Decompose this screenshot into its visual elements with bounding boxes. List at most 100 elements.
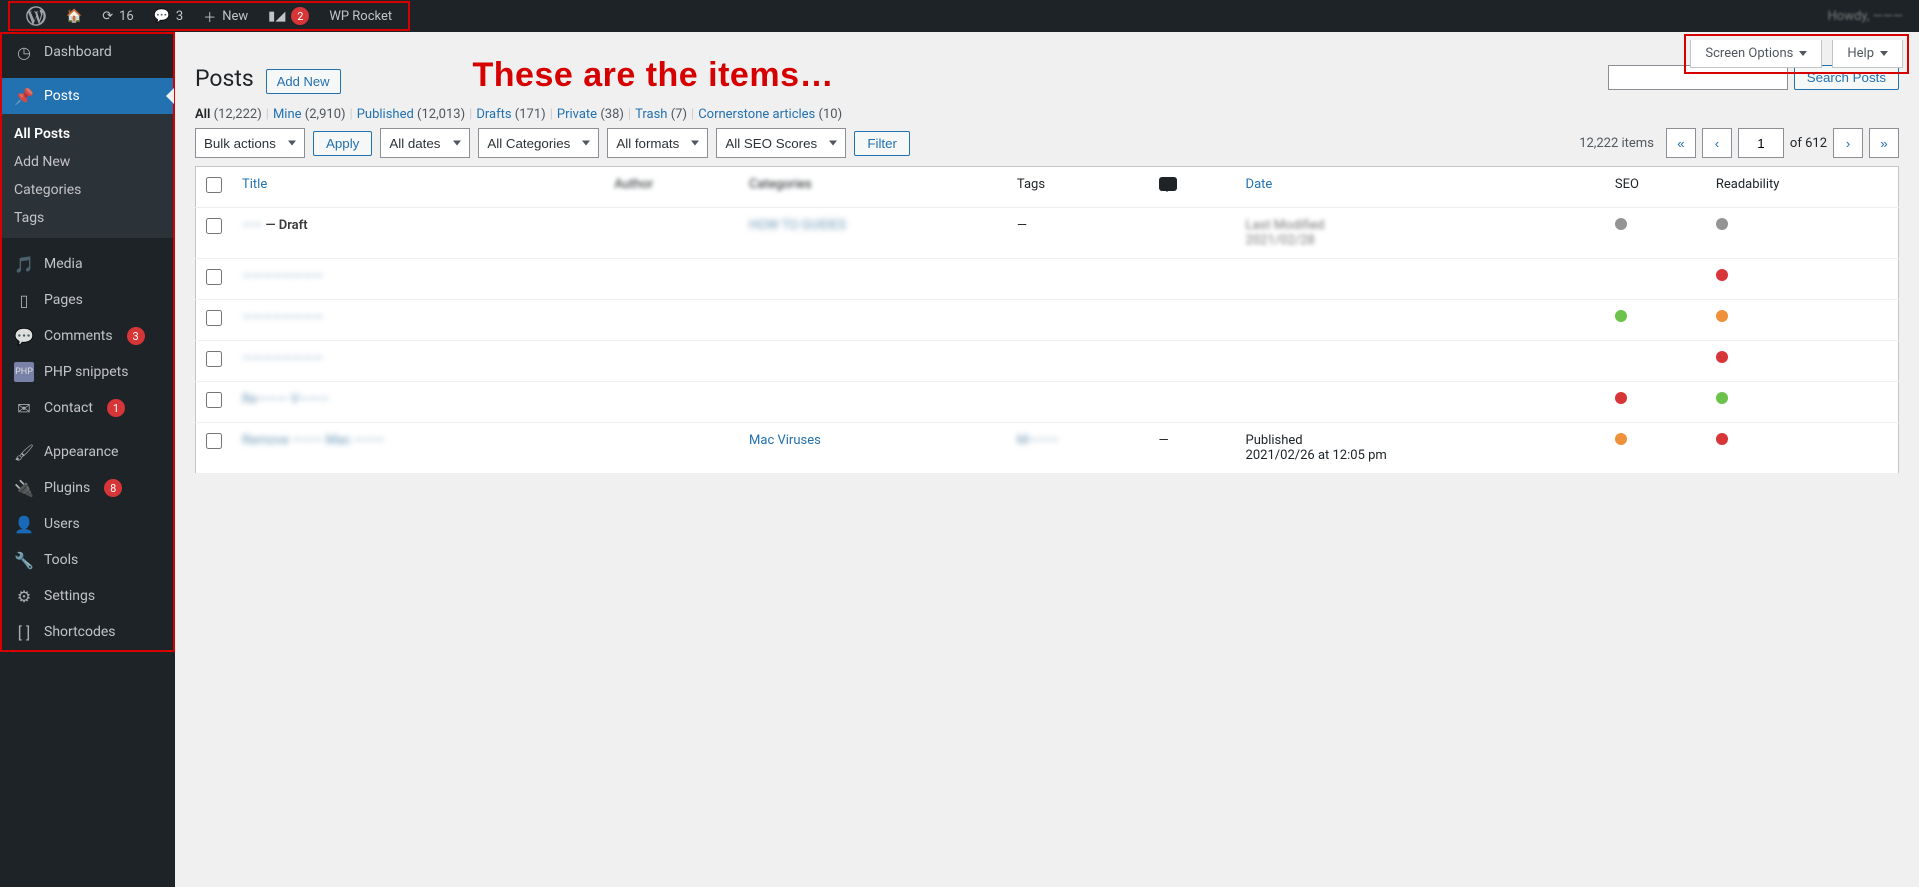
sidebar-item-label: Pages bbox=[44, 292, 83, 308]
sidebar-item-appearance[interactable]: 🖌Appearance bbox=[2, 434, 173, 470]
row-cb bbox=[196, 341, 233, 382]
items-count: 12,222 items bbox=[1579, 136, 1654, 151]
cell-categories bbox=[739, 341, 1007, 382]
categories-filter-select[interactable]: All Categories bbox=[478, 128, 599, 158]
row-cb bbox=[196, 300, 233, 341]
sidebar-item-label: Settings bbox=[44, 588, 95, 604]
sidebar-item-shortcodes[interactable]: [ ]Shortcodes bbox=[2, 614, 173, 650]
filter-link[interactable]: All (12,222) bbox=[195, 107, 262, 122]
sidebar-item-posts[interactable]: 📌 Posts bbox=[2, 78, 173, 114]
cell-title[interactable]: ———————— bbox=[232, 259, 604, 300]
dates-filter-select[interactable]: All dates bbox=[380, 128, 470, 158]
sidebar-item-php-snippets[interactable]: PHPPHP snippets bbox=[2, 354, 173, 390]
submenu-tags[interactable]: Tags bbox=[2, 204, 173, 232]
sidebar-item-plugins[interactable]: 🔌Plugins8 bbox=[2, 470, 173, 506]
contact-badge: 1 bbox=[107, 399, 125, 417]
cell-categories bbox=[739, 300, 1007, 341]
comments-badge: 3 bbox=[127, 327, 145, 345]
row-checkbox[interactable] bbox=[206, 351, 222, 367]
cell-date bbox=[1236, 382, 1605, 423]
filter-link[interactable]: Private (38) bbox=[557, 107, 624, 122]
sidebar-item-pages[interactable]: ▯Pages bbox=[2, 282, 173, 318]
prev-page-button[interactable]: ‹ bbox=[1702, 128, 1732, 158]
cell-readability bbox=[1706, 208, 1899, 259]
filter-button[interactable]: Filter bbox=[854, 131, 910, 156]
sidebar-item-contact[interactable]: ✉Contact1 bbox=[2, 390, 173, 426]
readability-dot-icon bbox=[1716, 269, 1728, 281]
sidebar-item-label: PHP snippets bbox=[44, 364, 128, 380]
cell-title[interactable]: Remove ——— Mac ——— bbox=[232, 423, 604, 474]
admin-sidebar: ◷ Dashboard 📌 Posts All Posts Add New Ca… bbox=[0, 32, 175, 887]
cell-categories: Mac Viruses bbox=[739, 423, 1007, 474]
cell-title[interactable]: Re——— V——— bbox=[232, 382, 604, 423]
cell-tags: M——— bbox=[1007, 423, 1149, 474]
sidebar-item-label: Tools bbox=[44, 552, 78, 568]
cell-title[interactable]: ———————— bbox=[232, 300, 604, 341]
col-title[interactable]: Title bbox=[232, 167, 604, 208]
wp-rocket-item[interactable]: WP Rocket bbox=[319, 2, 402, 30]
media-icon: 🎵 bbox=[14, 254, 34, 274]
submenu-all-posts[interactable]: All Posts bbox=[2, 120, 173, 148]
filter-link[interactable]: Cornerstone articles (10) bbox=[698, 107, 842, 122]
submenu-add-new[interactable]: Add New bbox=[2, 148, 173, 176]
filter-link[interactable]: Drafts (171) bbox=[476, 107, 545, 122]
sidebar-item-media[interactable]: 🎵Media bbox=[2, 246, 173, 282]
cell-title[interactable]: —— — Draft bbox=[232, 208, 604, 259]
main-content: Posts Add New These are the items… Searc… bbox=[175, 32, 1919, 514]
last-page-button[interactable]: » bbox=[1869, 128, 1899, 158]
screen-options-tab[interactable]: Screen Options bbox=[1690, 40, 1822, 68]
bulk-actions-select[interactable]: Bulk actions bbox=[195, 128, 305, 158]
row-checkbox[interactable] bbox=[206, 269, 222, 285]
seo-dot-icon bbox=[1615, 218, 1627, 230]
help-tab[interactable]: Help bbox=[1832, 40, 1903, 68]
row-checkbox[interactable] bbox=[206, 433, 222, 449]
row-checkbox[interactable] bbox=[206, 310, 222, 326]
col-comments[interactable] bbox=[1149, 167, 1236, 208]
cell-date bbox=[1236, 259, 1605, 300]
row-checkbox[interactable] bbox=[206, 392, 222, 408]
screen-options-label: Screen Options bbox=[1705, 46, 1793, 61]
howdy-user[interactable]: Howdy, ——— bbox=[1828, 9, 1912, 24]
updates-item[interactable]: ⟳ 16 bbox=[92, 2, 144, 30]
cell-title[interactable]: ———————— bbox=[232, 341, 604, 382]
sidebar-item-tools[interactable]: 🔧Tools bbox=[2, 542, 173, 578]
first-page-button[interactable]: « bbox=[1666, 128, 1696, 158]
col-author: Author bbox=[604, 167, 739, 208]
updates-count: 16 bbox=[119, 9, 134, 24]
row-checkbox[interactable] bbox=[206, 218, 222, 234]
cell-readability bbox=[1706, 341, 1899, 382]
col-categories: Categories bbox=[739, 167, 1007, 208]
formats-filter-select[interactable]: All formats bbox=[607, 128, 708, 158]
home-icon[interactable]: 🏠 bbox=[56, 2, 92, 30]
filter-link[interactable]: Mine (2,910) bbox=[273, 107, 346, 122]
current-page-input[interactable] bbox=[1738, 128, 1784, 158]
filter-link[interactable]: Published (12,013) bbox=[357, 107, 465, 122]
cell-tags bbox=[1007, 382, 1149, 423]
table-row: —— — DraftHOW TO GUIDES—Last Modified202… bbox=[196, 208, 1899, 259]
submenu-categories[interactable]: Categories bbox=[2, 176, 173, 204]
sidebar-item-settings[interactable]: ⚙Settings bbox=[2, 578, 173, 614]
apply-button[interactable]: Apply bbox=[313, 131, 372, 156]
cell-readability bbox=[1706, 259, 1899, 300]
sidebar-item-users[interactable]: 👤Users bbox=[2, 506, 173, 542]
add-new-button[interactable]: Add New bbox=[266, 69, 341, 94]
readability-dot-icon bbox=[1716, 218, 1728, 230]
select-all-checkbox[interactable] bbox=[206, 177, 222, 193]
filter-link[interactable]: Trash (7) bbox=[635, 107, 687, 122]
cell-seo bbox=[1605, 300, 1706, 341]
annotation-text: These are the items… bbox=[473, 56, 834, 95]
cell-readability bbox=[1706, 300, 1899, 341]
yoast-item[interactable]: ▮◢ 2 bbox=[258, 2, 319, 30]
cell-tags bbox=[1007, 259, 1149, 300]
sidebar-item-comments[interactable]: 💬Comments3 bbox=[2, 318, 173, 354]
col-date[interactable]: Date bbox=[1236, 167, 1605, 208]
comments-item[interactable]: 💬 3 bbox=[144, 2, 194, 30]
cell-categories: HOW TO GUIDES bbox=[739, 208, 1007, 259]
sidebar-item-label: Users bbox=[44, 516, 80, 532]
admin-bar-left-group: 🏠 ⟳ 16 💬 3 ＋ New ▮◢ 2 WP Rocket bbox=[8, 1, 410, 31]
seo-scores-filter-select[interactable]: All SEO Scores bbox=[716, 128, 846, 158]
new-item[interactable]: ＋ New bbox=[193, 2, 258, 30]
next-page-button[interactable]: › bbox=[1833, 128, 1863, 158]
wp-logo-icon[interactable] bbox=[16, 2, 56, 30]
sidebar-item-dashboard[interactable]: ◷ Dashboard bbox=[2, 34, 173, 70]
